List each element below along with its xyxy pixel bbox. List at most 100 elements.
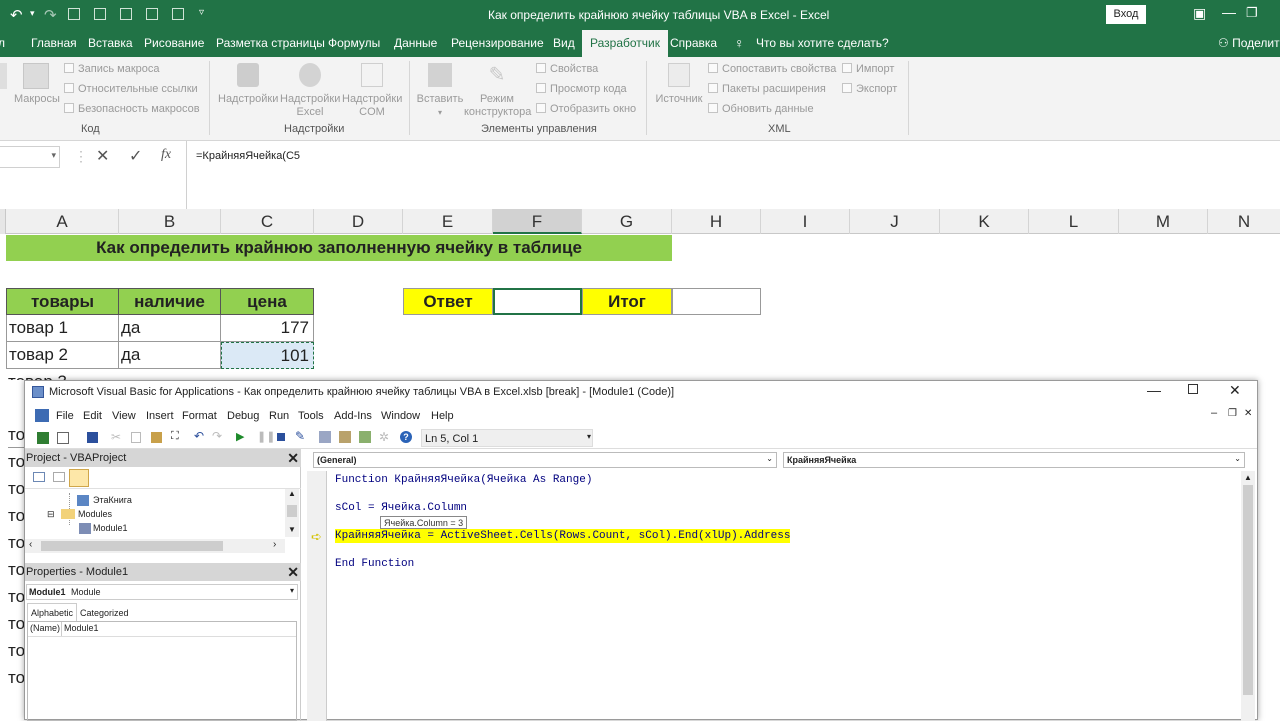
record-macro-button[interactable]: Запись макроса [64, 62, 160, 76]
child-restore-icon[interactable]: ❐ [1228, 408, 1237, 419]
column-header[interactable]: G [582, 209, 672, 234]
menu-addins[interactable]: Add-Ins [334, 410, 372, 422]
table-cell-partial[interactable]: то [8, 449, 24, 475]
sheet-title-cell[interactable]: Как определить крайнюю заполненную ячейк… [6, 235, 672, 261]
total-value-cell[interactable] [672, 288, 761, 315]
table-header-cell[interactable]: наличие [119, 288, 221, 315]
table-cell-partial[interactable]: товар 3 [6, 369, 119, 380]
enter-icon[interactable]: ✓ [129, 146, 142, 166]
excel-addins-button[interactable]: Надстройки Excel [280, 63, 340, 119]
reset-icon[interactable] [277, 433, 285, 441]
column-header[interactable]: J [850, 209, 940, 234]
tab-draw[interactable]: Рисование [144, 30, 204, 57]
show-window-button[interactable]: Отобразить окно [536, 102, 636, 116]
tab-help[interactable]: Справка [670, 30, 717, 57]
scroll-right-icon[interactable]: › [273, 539, 276, 550]
table-cell-partial[interactable]: то [8, 638, 24, 664]
menu-edit[interactable]: Edit [83, 410, 102, 422]
object-selector[interactable]: Module1 Module ▾ [26, 584, 298, 600]
cut-icon[interactable]: ✂ [111, 430, 121, 444]
table-header-cell[interactable]: цена [221, 288, 314, 315]
total-label-cell[interactable]: Итог [582, 288, 672, 315]
xml-source-button[interactable]: Источник [652, 63, 706, 106]
name-box[interactable]: ▾ [0, 146, 60, 168]
scroll-left-icon[interactable]: ‹ [29, 539, 32, 550]
view-object-icon[interactable] [53, 472, 65, 482]
design-mode-button[interactable]: ✎ Режим конструктора [464, 63, 531, 119]
toolbox-icon[interactable]: ✲ [379, 430, 389, 444]
insert-function-icon[interactable]: fx [161, 147, 171, 163]
relative-references-button[interactable]: Относительные ссылки [64, 82, 198, 96]
project-explorer-icon[interactable] [319, 431, 331, 443]
table-cell-partial[interactable]: то [8, 557, 24, 583]
minimize-icon[interactable]: — [1147, 382, 1161, 398]
paste-icon[interactable] [151, 432, 162, 443]
share-button[interactable]: ⚇ Поделить [1218, 30, 1280, 57]
cancel-icon[interactable]: ✕ [96, 146, 109, 166]
toggle-folders-icon[interactable] [69, 469, 89, 487]
close-icon[interactable]: ✕ [287, 564, 299, 580]
procedure-combo[interactable]: КрайняяЯчейка ⌄ [783, 452, 1245, 468]
child-close-icon[interactable]: ✕ [1244, 408, 1252, 419]
column-header-selected[interactable]: F [493, 209, 582, 234]
margin-indicator-bar[interactable] [307, 471, 327, 721]
column-header[interactable]: H [672, 209, 761, 234]
tab-review[interactable]: Рецензирование [451, 30, 544, 57]
scroll-up-icon[interactable]: ▲ [288, 489, 296, 498]
project-vertical-scrollbar[interactable]: ▲ ▼ [285, 489, 299, 537]
redo-icon[interactable]: ↷ [44, 6, 57, 24]
quick-access-icon[interactable] [120, 8, 132, 20]
tree-item-thisworkbook[interactable]: ЭтаКнига [93, 495, 132, 505]
scroll-thumb[interactable] [41, 541, 223, 551]
macros-button[interactable]: Макросы [14, 63, 60, 106]
project-horizontal-scrollbar[interactable]: ‹ › [25, 539, 285, 553]
excel-view-icon[interactable] [37, 432, 49, 444]
table-cell-partial[interactable]: то [8, 665, 24, 691]
quick-access-icon[interactable] [68, 8, 80, 20]
properties-button[interactable]: Свойства [536, 62, 598, 76]
table-cell-partial[interactable]: то [8, 530, 24, 556]
tab-file[interactable]: л [0, 30, 5, 57]
save-icon[interactable] [87, 432, 98, 443]
code-line[interactable]: sCol = Ячейка.Column [335, 501, 467, 515]
column-header[interactable]: A [6, 209, 119, 234]
sign-in-button[interactable]: Вход [1106, 5, 1146, 24]
column-header[interactable]: B [119, 209, 221, 234]
undo-icon[interactable]: ↶ [194, 429, 204, 443]
column-header[interactable]: I [761, 209, 850, 234]
tab-home[interactable]: Главная [31, 30, 77, 57]
table-cell-partial[interactable]: то [8, 503, 24, 529]
table-cell-partial[interactable]: то [8, 422, 24, 448]
column-header[interactable]: L [1029, 209, 1119, 234]
answer-value-cell[interactable] [493, 288, 582, 315]
undo-icon[interactable]: ↶ [10, 6, 23, 24]
table-cell[interactable]: 177 [221, 315, 314, 342]
menu-help[interactable]: Help [431, 410, 454, 422]
chevron-down-icon[interactable]: ⌄ [1234, 454, 1241, 463]
formula-input[interactable]: =КрайняяЯчейка(C5 [196, 150, 300, 162]
menu-tools[interactable]: Tools [298, 410, 324, 422]
tab-developer[interactable]: Разработчик [582, 30, 668, 57]
run-icon[interactable]: ▶ [236, 430, 244, 443]
visual-basic-button[interactable] [0, 63, 8, 93]
close-icon[interactable]: ✕ [1229, 382, 1241, 399]
com-addins-button[interactable]: Надстройки COM [342, 63, 402, 119]
column-header[interactable]: D [314, 209, 403, 234]
table-cell-partial[interactable]: то [8, 611, 24, 637]
table-cell[interactable]: товар 2 [6, 342, 119, 369]
scroll-thumb[interactable] [1243, 485, 1253, 695]
insert-control-button[interactable]: Вставить ▾ [414, 63, 466, 119]
tree-collapse-icon[interactable]: ⊟ [47, 509, 55, 520]
table-cell[interactable]: да [119, 315, 221, 342]
minimize-icon[interactable]: — [1222, 4, 1236, 20]
code-line[interactable]: Function КрайняяЯчейка(Ячейка As Range) [335, 473, 592, 487]
table-header-cell[interactable]: товары [6, 288, 119, 315]
macro-security-button[interactable]: Безопасность макросов [64, 102, 200, 116]
menu-window[interactable]: Window [381, 410, 420, 422]
code-line[interactable]: End Function [335, 557, 414, 571]
maximize-icon[interactable] [1188, 384, 1198, 394]
view-code-icon[interactable] [33, 472, 45, 482]
tab-alphabetic[interactable]: Alphabetic [27, 603, 78, 621]
name-box-dropdown-icon[interactable]: ▾ [51, 150, 56, 161]
export-button[interactable]: Экспорт [842, 82, 897, 96]
